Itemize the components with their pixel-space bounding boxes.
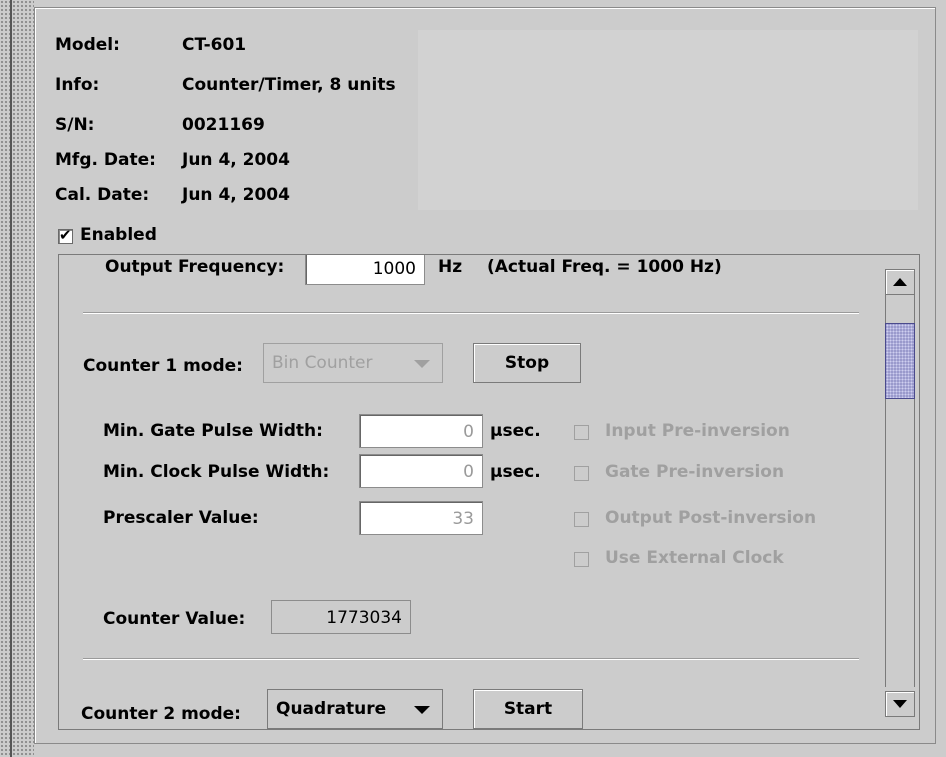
scroll-down-button[interactable] <box>885 691 915 717</box>
clock-pulse-input[interactable]: 0 <box>359 454 483 488</box>
chevron-down-icon <box>414 360 430 368</box>
model-value: CT-601 <box>182 35 247 55</box>
counter2-mode-select[interactable]: Quadrature <box>267 689 443 729</box>
output-frequency-unit: Hz <box>438 257 463 277</box>
enabled-checkbox[interactable]: ✔ <box>58 226 73 244</box>
prescaler-label: Prescaler Value: <box>103 508 259 528</box>
sn-label: S/N: <box>55 115 95 135</box>
info-value: Counter/Timer, 8 units <box>182 75 396 95</box>
output-frequency-label: Output Frequency: <box>105 257 285 277</box>
mfg-date-value: Jun 4, 2004 <box>182 150 290 170</box>
counter1-stop-button[interactable]: Stop <box>473 343 581 383</box>
separator <box>83 658 859 660</box>
arrow-up-icon <box>893 278 907 286</box>
clock-pulse-label: Min. Clock Pulse Width: <box>103 462 330 482</box>
info-background <box>418 30 918 210</box>
input-preinversion-label: Input Pre-inversion <box>605 421 790 441</box>
info-label: Info: <box>55 75 100 95</box>
mfg-date-label: Mfg. Date: <box>55 150 156 170</box>
enabled-label: Enabled <box>80 225 157 245</box>
counter1-mode-value: Bin Counter <box>272 353 373 373</box>
external-clock-label: Use External Clock <box>605 548 784 568</box>
splitter-gripper[interactable] <box>0 0 34 757</box>
model-label: Model: <box>55 35 120 55</box>
clock-pulse-unit: µsec. <box>490 462 541 482</box>
sn-value: 0021169 <box>182 115 265 135</box>
counter-value-label: Counter Value: <box>103 609 246 629</box>
scroll-thumb[interactable] <box>885 323 915 399</box>
gate-preinversion-checkbox[interactable] <box>574 466 589 481</box>
external-clock-checkbox[interactable] <box>574 552 589 567</box>
counter2-mode-label: Counter 2 mode: <box>81 704 241 724</box>
separator <box>83 312 859 314</box>
gate-pulse-label: Min. Gate Pulse Width: <box>103 421 323 441</box>
output-frequency-input[interactable]: 1000 <box>305 255 425 285</box>
actual-frequency: (Actual Freq. = 1000 Hz) <box>487 257 722 277</box>
cal-date-value: Jun 4, 2004 <box>182 185 290 205</box>
cal-date-label: Cal. Date: <box>55 185 150 205</box>
arrow-down-icon <box>893 700 907 708</box>
input-preinversion-checkbox[interactable] <box>574 425 589 440</box>
output-postinversion-label: Output Post-inversion <box>605 508 817 528</box>
counter1-mode-select: Bin Counter <box>263 343 443 383</box>
vertical-scrollbar[interactable] <box>881 255 919 729</box>
splitter-edge <box>10 0 12 757</box>
scroll-viewport: Output Frequency: 1000 Hz (Actual Freq. … <box>59 255 881 729</box>
scroll-up-button[interactable] <box>885 269 915 295</box>
prescaler-input[interactable]: 33 <box>359 501 483 535</box>
gate-preinversion-label: Gate Pre-inversion <box>605 462 785 482</box>
counter-scroll-pane[interactable]: Output Frequency: 1000 Hz (Actual Freq. … <box>58 254 920 730</box>
gate-pulse-input[interactable]: 0 <box>359 414 483 448</box>
counter2-mode-value: Quadrature <box>276 699 387 719</box>
counter-value-field: 1773034 <box>271 600 411 634</box>
gate-pulse-unit: µsec. <box>490 421 541 441</box>
counter2-start-button[interactable]: Start <box>473 689 583 729</box>
checkmark-icon: ✔ <box>59 226 72 244</box>
counter1-mode-label: Counter 1 mode: <box>83 356 243 376</box>
output-postinversion-checkbox[interactable] <box>574 512 589 527</box>
chevron-down-icon <box>414 706 430 714</box>
